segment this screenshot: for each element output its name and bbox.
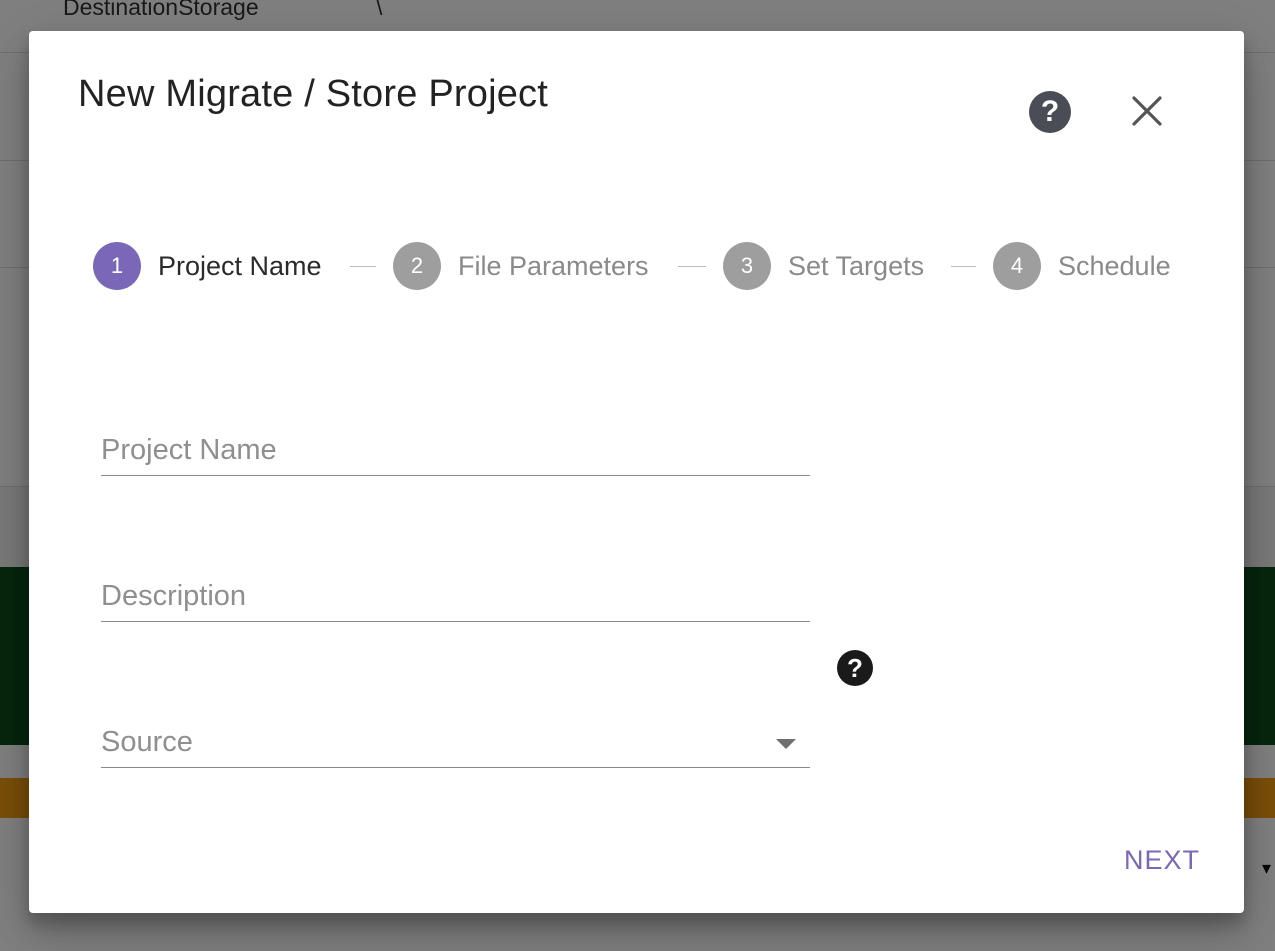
wizard-stepper: 1 Project Name 2 File Parameters 3 Set T…: [93, 242, 1213, 290]
chevron-down-icon: [776, 739, 796, 749]
step-label: File Parameters: [458, 250, 649, 281]
step-connector: [951, 266, 976, 267]
step-number-badge: 3: [723, 242, 771, 290]
step-set-targets[interactable]: 3 Set Targets: [723, 242, 924, 290]
close-icon[interactable]: [1127, 91, 1167, 131]
step-label: Set Targets: [788, 250, 925, 281]
step-number-badge: 2: [393, 242, 441, 290]
source-help-icon[interactable]: ?: [837, 650, 873, 686]
help-icon[interactable]: ?: [1029, 91, 1071, 133]
source-select[interactable]: Source: [101, 717, 810, 768]
step-label: Project Name: [158, 250, 322, 281]
dialog-title: New Migrate / Store Project: [78, 73, 549, 115]
step-schedule[interactable]: 4 Schedule: [993, 242, 1171, 290]
step-number-badge: 1: [93, 242, 141, 290]
project-name-input[interactable]: [101, 434, 810, 467]
source-select-label: Source: [101, 726, 193, 758]
step-connector: [678, 266, 706, 267]
step-project-name[interactable]: 1 Project Name: [93, 242, 322, 290]
step-number-badge: 4: [993, 242, 1041, 290]
next-button[interactable]: NEXT: [1112, 839, 1212, 882]
project-name-field: [101, 425, 810, 476]
step-file-parameters[interactable]: 2 File Parameters: [393, 242, 649, 290]
step-connector: [350, 266, 376, 267]
step-label: Schedule: [1058, 250, 1171, 281]
close-icon-graphic: [1132, 96, 1162, 126]
new-project-dialog: New Migrate / Store Project ? 1 Project …: [29, 31, 1244, 913]
description-input[interactable]: [101, 580, 810, 613]
description-field: [101, 571, 810, 622]
